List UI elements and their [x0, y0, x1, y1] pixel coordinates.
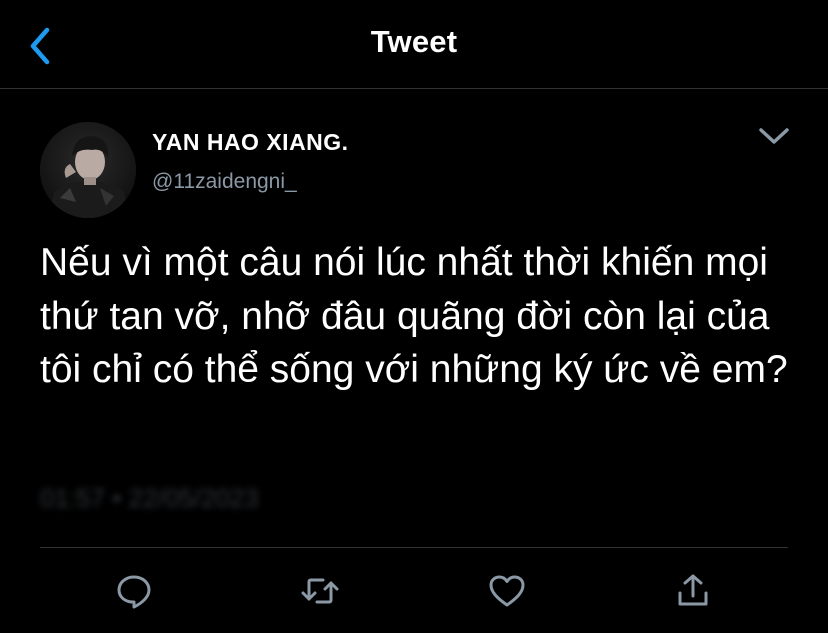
reply-icon	[117, 575, 151, 609]
share-icon	[678, 574, 708, 606]
like-button[interactable]	[483, 567, 531, 615]
tweet-timestamp: 01:57 • 22/05/2023	[40, 483, 259, 513]
avatar-photo	[40, 122, 136, 218]
heart-icon	[489, 575, 525, 607]
more-options-button[interactable]	[752, 118, 796, 154]
author-handle[interactable]: @11zaidengni_	[152, 170, 297, 194]
tweet-text: Nếu vì một câu nói lúc nhất thời khiến m…	[40, 241, 788, 391]
divider	[40, 547, 788, 548]
chevron-down-icon	[759, 128, 789, 144]
author-name[interactable]: YAN HAO XIANG.	[152, 129, 349, 156]
avatar[interactable]	[40, 122, 136, 218]
reply-button[interactable]	[110, 567, 158, 615]
retweet-icon	[301, 578, 339, 604]
top-bar: Tweet	[0, 0, 828, 89]
page-title: Tweet	[370, 24, 458, 59]
retweet-button[interactable]	[296, 567, 344, 615]
share-button[interactable]	[669, 567, 717, 615]
